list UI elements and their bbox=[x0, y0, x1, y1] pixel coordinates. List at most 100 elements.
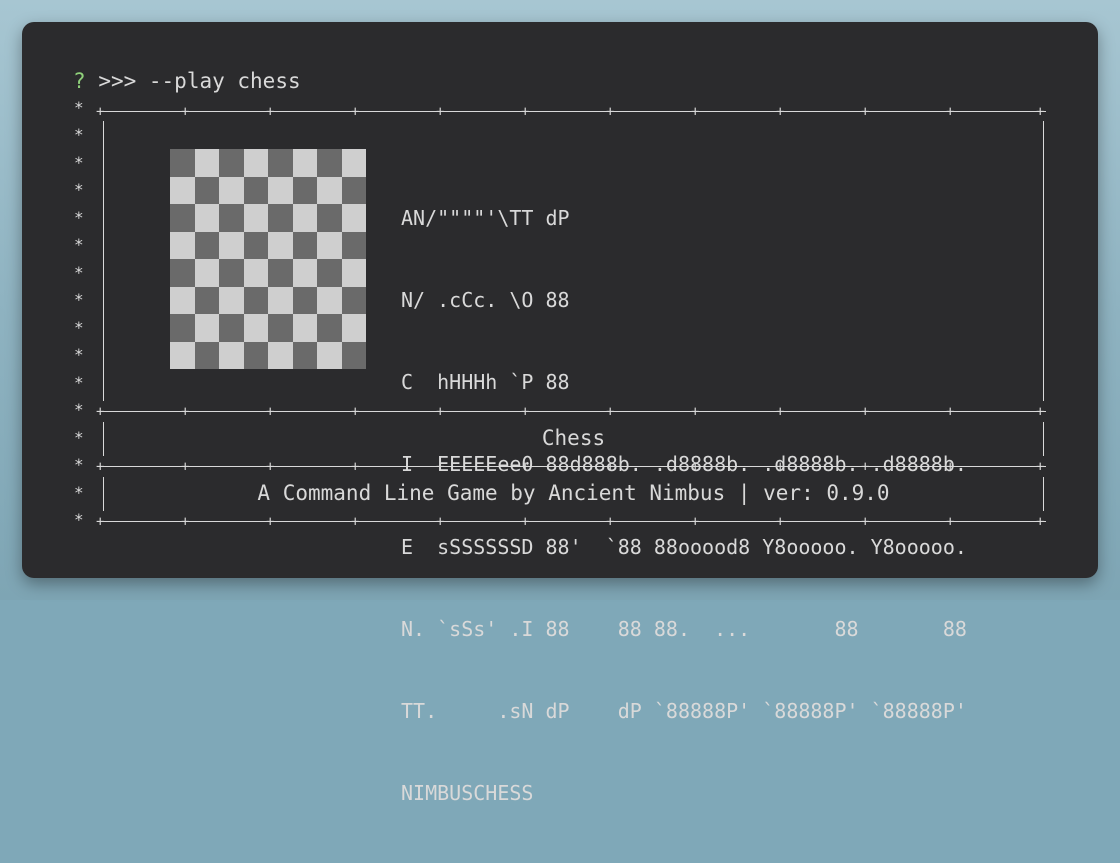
board-square-light bbox=[219, 286, 244, 314]
board-square-light bbox=[341, 314, 366, 342]
board-square-dark bbox=[268, 314, 293, 342]
board-square-dark bbox=[170, 259, 195, 287]
board-square-dark bbox=[170, 314, 195, 342]
gutter-asterisk: * bbox=[74, 263, 84, 282]
border-tick: + bbox=[1036, 104, 1045, 120]
gutter-asterisk: * bbox=[74, 235, 84, 254]
board-square-dark bbox=[243, 231, 268, 259]
border-tick: + bbox=[946, 104, 955, 120]
board-square-light bbox=[194, 149, 219, 177]
board-square-dark bbox=[219, 314, 244, 342]
board-square-light bbox=[219, 341, 244, 369]
board-square-light bbox=[317, 176, 342, 204]
board-square-dark bbox=[243, 176, 268, 204]
border-tick: + bbox=[181, 104, 190, 120]
board-square-light bbox=[194, 204, 219, 232]
ascii-line: I EEEEEee0 88d888b. .d8888b. .d8888b. .d… bbox=[401, 452, 967, 477]
border-tick: + bbox=[266, 514, 275, 530]
border-tick: + bbox=[96, 514, 105, 530]
board-square-light bbox=[268, 341, 293, 369]
command-text: >>> --play chess bbox=[98, 69, 301, 93]
border-tick: + bbox=[606, 104, 615, 120]
ascii-logo: AN/""""'\TT dP N/ .cCc. \O 88 C hHHHh `P… bbox=[401, 150, 967, 863]
border-tick: + bbox=[1036, 404, 1045, 420]
chessboard-graphic bbox=[170, 149, 366, 369]
board-square-light bbox=[341, 149, 366, 177]
gutter-asterisk: * bbox=[74, 428, 84, 447]
board-square-dark bbox=[317, 149, 342, 177]
board-square-light bbox=[194, 314, 219, 342]
board-square-light bbox=[341, 259, 366, 287]
board-square-light bbox=[243, 314, 268, 342]
gutter-asterisk: * bbox=[74, 125, 84, 144]
border-tick: + bbox=[266, 459, 275, 475]
ascii-line: N. `sSs' .I 88 88 88. ... 88 88 bbox=[401, 616, 967, 641]
board-square-dark bbox=[341, 341, 366, 369]
gutter-asterisk: * bbox=[74, 400, 84, 419]
gutter-asterisk: * bbox=[74, 373, 84, 392]
board-square-dark bbox=[317, 259, 342, 287]
board-square-dark bbox=[292, 176, 317, 204]
border-tick: + bbox=[691, 104, 700, 120]
border-tick: + bbox=[351, 104, 360, 120]
board-square-dark bbox=[268, 204, 293, 232]
board-square-dark bbox=[292, 341, 317, 369]
board-square-dark bbox=[317, 204, 342, 232]
terminal-window[interactable]: ? >>> --play chess * * * * * * * * * * * * * * * * + + + +… bbox=[22, 22, 1098, 805]
ascii-line: AN/""""'\TT dP bbox=[401, 205, 570, 230]
board-square-dark bbox=[194, 176, 219, 204]
board-square-light bbox=[292, 259, 317, 287]
board-square-light bbox=[268, 286, 293, 314]
prompt-symbol: ? bbox=[73, 69, 86, 93]
gutter-asterisk: * bbox=[74, 208, 84, 227]
border-tick: + bbox=[96, 104, 105, 120]
gutter-asterisk: * bbox=[74, 153, 84, 172]
board-square-light bbox=[317, 341, 342, 369]
banner-border-right bbox=[1043, 121, 1044, 401]
board-square-light bbox=[292, 204, 317, 232]
board-square-dark bbox=[268, 149, 293, 177]
gutter-asterisk: * bbox=[74, 290, 84, 309]
board-square-light bbox=[194, 259, 219, 287]
border-tick: + bbox=[351, 404, 360, 420]
border-tick: + bbox=[266, 404, 275, 420]
board-square-dark bbox=[243, 286, 268, 314]
border-tick: + bbox=[521, 104, 530, 120]
board-square-light bbox=[317, 231, 342, 259]
board-square-dark bbox=[292, 286, 317, 314]
board-square-light bbox=[170, 176, 195, 204]
board-square-dark bbox=[341, 231, 366, 259]
board-square-dark bbox=[194, 341, 219, 369]
board-square-light bbox=[268, 231, 293, 259]
board-square-light bbox=[292, 314, 317, 342]
board-square-light bbox=[292, 149, 317, 177]
border-tick: + bbox=[351, 459, 360, 475]
gutter-asterisk: * bbox=[74, 345, 84, 364]
game-title: Chess bbox=[541, 426, 606, 450]
ascii-line: E sSSSSSSD 88' `88 88ooood8 Y8ooooo. Y8o… bbox=[401, 534, 967, 559]
board-square-dark bbox=[341, 286, 366, 314]
board-square-dark bbox=[268, 259, 293, 287]
gutter-asterisk: * bbox=[74, 455, 84, 474]
board-square-light bbox=[219, 176, 244, 204]
board-square-dark bbox=[219, 149, 244, 177]
board-square-light bbox=[341, 204, 366, 232]
border-tick: + bbox=[1036, 459, 1045, 475]
board-square-dark bbox=[219, 259, 244, 287]
border-tick: + bbox=[181, 459, 190, 475]
gutter-asterisk: * bbox=[74, 318, 84, 337]
board-square-light bbox=[170, 286, 195, 314]
board-square-dark bbox=[194, 231, 219, 259]
border-tick: + bbox=[181, 514, 190, 530]
game-subtitle: A Command Line Game by Ancient Nimbus | … bbox=[257, 481, 890, 505]
border-tick: + bbox=[1036, 514, 1045, 530]
window-backdrop: ? >>> --play chess * * * * * * * * * * * * * * * * + + + +… bbox=[0, 0, 1120, 805]
border-tick: + bbox=[776, 104, 785, 120]
ascii-line: TT. .sN dP dP `88888P' `88888P' `88888P' bbox=[401, 699, 967, 724]
board-square-light bbox=[243, 204, 268, 232]
border-tick: + bbox=[351, 514, 360, 530]
gutter-asterisk: * bbox=[74, 98, 84, 117]
gutter-asterisk: * bbox=[74, 180, 84, 199]
board-square-light bbox=[219, 231, 244, 259]
border-tick: + bbox=[96, 459, 105, 475]
